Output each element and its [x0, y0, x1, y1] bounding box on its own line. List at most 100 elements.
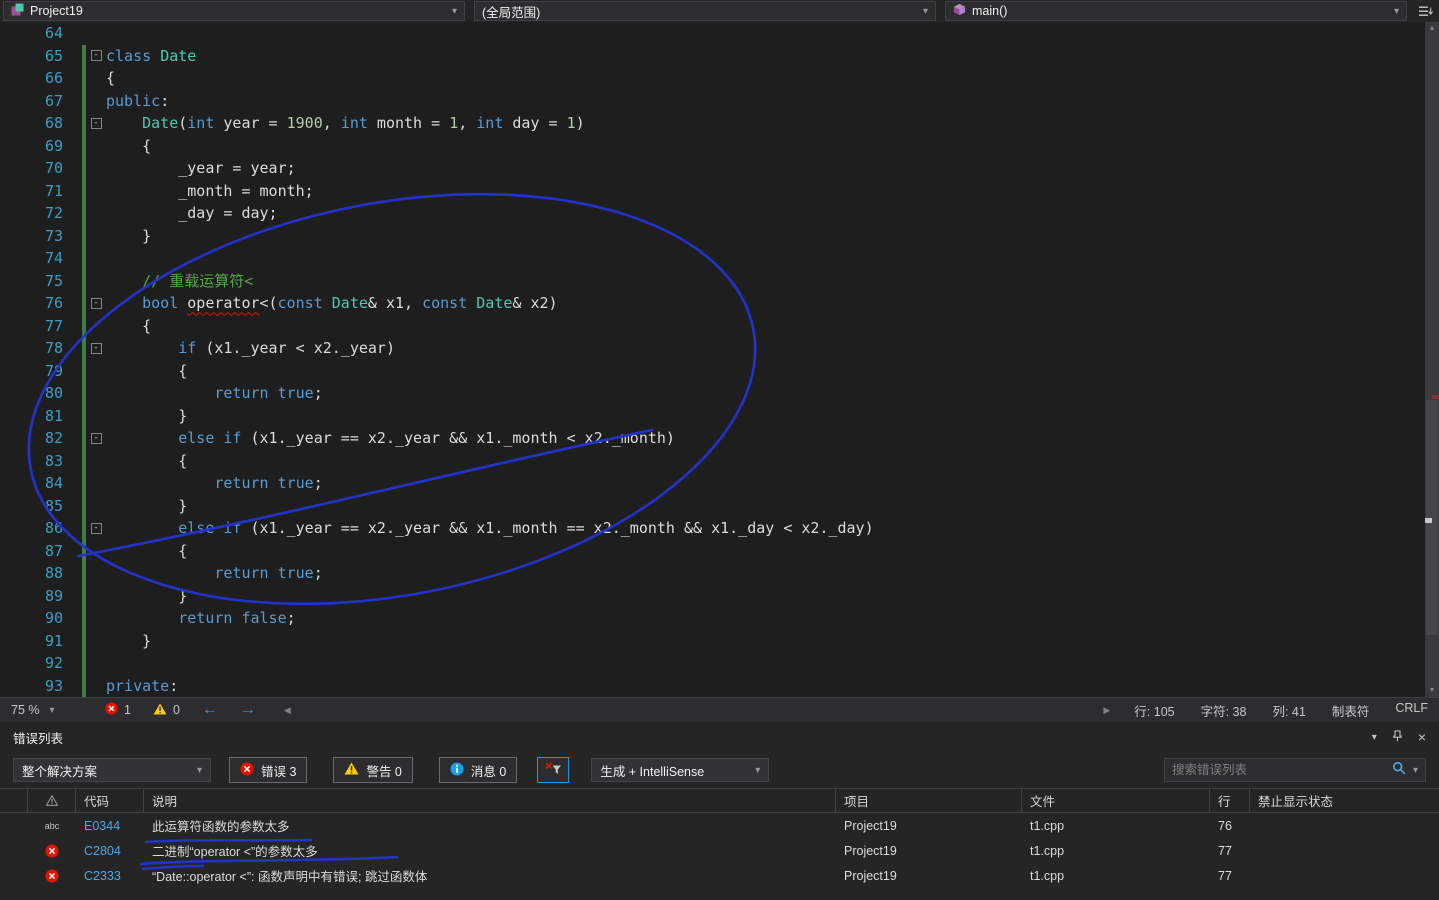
status-eol[interactable]: CRLF	[1395, 701, 1428, 720]
code-line[interactable]: 84 return true;	[0, 472, 1439, 495]
status-char[interactable]: 字符: 38	[1201, 701, 1247, 720]
code-line[interactable]: 92	[0, 652, 1439, 675]
code-line[interactable]: 78 - if (x1._year < x2._year)	[0, 337, 1439, 360]
code-line[interactable]: 70 _year = year;	[0, 157, 1439, 180]
close-icon[interactable]: ×	[1418, 729, 1426, 745]
error-icon	[240, 762, 254, 779]
status-tabs[interactable]: 制表符	[1332, 701, 1370, 720]
code-line[interactable]: 93 private:	[0, 674, 1439, 697]
code-line[interactable]: 72 _day = day;	[0, 202, 1439, 225]
vertical-scrollbar[interactable]: ▲ ▼	[1425, 22, 1439, 697]
code-line[interactable]: 91 }	[0, 629, 1439, 652]
fold-gutter[interactable]: -	[86, 292, 106, 315]
source-filter-dropdown[interactable]: 生成 + IntelliSense ▾	[591, 758, 770, 782]
line-number: 83	[44, 451, 63, 470]
scroll-down-icon[interactable]: ▼	[1425, 684, 1439, 697]
fold-collapse-icon[interactable]: -	[90, 50, 102, 62]
column-header-code[interactable]: 代码	[76, 789, 144, 812]
code-line[interactable]: 89 }	[0, 584, 1439, 607]
hscroll-right-icon[interactable]: ▶	[1103, 705, 1110, 716]
code-line[interactable]: 65 - class Date	[0, 44, 1439, 68]
fold-collapse-icon[interactable]: -	[90, 522, 102, 534]
code-line[interactable]: 87 {	[0, 539, 1439, 562]
error-row[interactable]: abc E0344 此运算符函数的参数太多 Project19 t1.cpp 76	[0, 813, 1439, 838]
code-line[interactable]: 67 public:	[0, 89, 1439, 112]
navigate-back-icon[interactable]: ←	[202, 701, 218, 719]
code-line[interactable]: 83 {	[0, 449, 1439, 472]
severity-column-header[interactable]	[28, 789, 76, 812]
outline-toggle-icon[interactable]	[1416, 1, 1436, 21]
code-editor[interactable]: 64 65- class Date 66{67 public: 68- Date(int …	[0, 22, 1439, 697]
error-code-link[interactable]: C2804	[76, 844, 144, 858]
code-line[interactable]: 66 {	[0, 67, 1439, 90]
code-line[interactable]: 90 return false;	[0, 607, 1439, 630]
code-line[interactable]: 81 }	[0, 404, 1439, 428]
status-line[interactable]: 行: 105	[1134, 701, 1174, 720]
column-header-suppression[interactable]: 禁止显示状态	[1250, 789, 1439, 812]
member-dropdown[interactable]: main() ▾	[945, 1, 1407, 21]
code-text: return true;	[214, 564, 323, 583]
code-area: 64 65- class Date 66{67 public: 68- Date(int …	[0, 22, 1439, 697]
warning-count-indicator[interactable]: 0	[153, 702, 180, 718]
fold-gutter[interactable]: -	[86, 517, 106, 540]
messages-toggle-button[interactable]: 消息 0	[438, 757, 518, 783]
project-dropdown[interactable]: Project19 ▾	[3, 1, 465, 21]
fold-gutter[interactable]: -	[86, 337, 106, 360]
error-row[interactable]: C2804 二进制“operator <”的参数太多 Project19 t1.cpp…	[0, 838, 1439, 863]
code-line[interactable]: 71 _month = month;	[0, 179, 1439, 202]
fold-collapse-icon[interactable]: -	[90, 117, 102, 129]
column-header-file[interactable]: 文件	[1022, 789, 1210, 812]
column-header-description[interactable]: 说明	[144, 789, 836, 812]
code-line[interactable]: 80 return true;	[0, 382, 1439, 405]
status-col[interactable]: 列: 41	[1272, 701, 1305, 720]
navigate-forward-icon[interactable]: →	[240, 701, 256, 719]
code-line[interactable]: 68 - Date(int year = 1900, int month = 1,…	[0, 112, 1439, 135]
pin-icon[interactable]	[1392, 730, 1403, 745]
error-code-link[interactable]: C2333	[76, 869, 144, 883]
code-line[interactable]: 82 - else if (x1._year == x2._year && x1.…	[0, 427, 1439, 450]
search-box[interactable]: ▾	[1164, 758, 1426, 782]
code-line[interactable]: 75 // 重载运算符<	[0, 269, 1439, 292]
method-cube-icon	[953, 3, 966, 19]
code-line[interactable]: 69 {	[0, 134, 1439, 157]
fold-collapse-icon[interactable]: -	[90, 432, 102, 444]
error-row[interactable]: C2333 “Date::operator <”: 函数声明中有错误; 跳过函数体…	[0, 863, 1439, 888]
code-line[interactable]: 76 - bool operator<(const Date& x1, const…	[0, 292, 1439, 315]
fold-collapse-icon[interactable]: -	[90, 297, 102, 309]
code-line[interactable]: 64	[0, 22, 1439, 45]
fold-gutter[interactable]: -	[86, 45, 106, 68]
scope-filter-dropdown[interactable]: 整个解决方案 ▾	[13, 758, 211, 782]
code-line[interactable]: 77 {	[0, 314, 1439, 337]
fold-gutter	[86, 405, 106, 428]
code-line[interactable]: 74	[0, 247, 1439, 270]
scope-dropdown[interactable]: (全局范围) ▾	[474, 1, 936, 21]
error-list-panel: 错误列表 ▾ × 整个解决方案 ▾ 错误 3 警告 0 消息 0 生成 + In…	[0, 722, 1439, 900]
warnings-toggle-button[interactable]: 警告 0	[333, 757, 413, 783]
chevron-down-icon[interactable]: ▾	[1413, 765, 1418, 776]
hscroll-left-icon[interactable]: ◀	[284, 705, 291, 716]
error-count-indicator[interactable]: 1	[105, 702, 131, 718]
code-line[interactable]: 85 }	[0, 494, 1439, 517]
search-icon[interactable]	[1392, 761, 1406, 780]
errors-toggle-button[interactable]: 错误 3	[229, 757, 308, 783]
filter-button[interactable]	[537, 757, 570, 783]
fold-gutter[interactable]: -	[86, 427, 106, 450]
zoom-dropdown[interactable]: 75 % ▾	[11, 703, 83, 717]
search-input[interactable]	[1172, 763, 1385, 777]
line-number: 77	[44, 316, 63, 335]
column-header-project[interactable]: 项目	[836, 789, 1022, 812]
window-menu-icon[interactable]: ▾	[1372, 732, 1377, 743]
fold-gutter[interactable]: -	[86, 112, 106, 135]
scroll-up-icon[interactable]: ▲	[1425, 22, 1439, 35]
fold-collapse-icon[interactable]: -	[90, 342, 102, 354]
code-line[interactable]: 88 return true;	[0, 562, 1439, 585]
line-number: 70	[44, 159, 63, 178]
code-line[interactable]: 86 - else if (x1._year == x2._year && x1.…	[0, 517, 1439, 540]
fold-gutter	[86, 67, 106, 90]
error-list-toolbar: 整个解决方案 ▾ 错误 3 警告 0 消息 0 生成 + IntelliSens…	[0, 752, 1439, 788]
chevron-down-icon: ▾	[49, 704, 55, 716]
column-header-line[interactable]: 行	[1210, 789, 1250, 812]
code-line[interactable]: 73 }	[0, 224, 1439, 247]
code-line[interactable]: 79 {	[0, 359, 1439, 382]
error-code-link[interactable]: E0344	[76, 819, 144, 833]
